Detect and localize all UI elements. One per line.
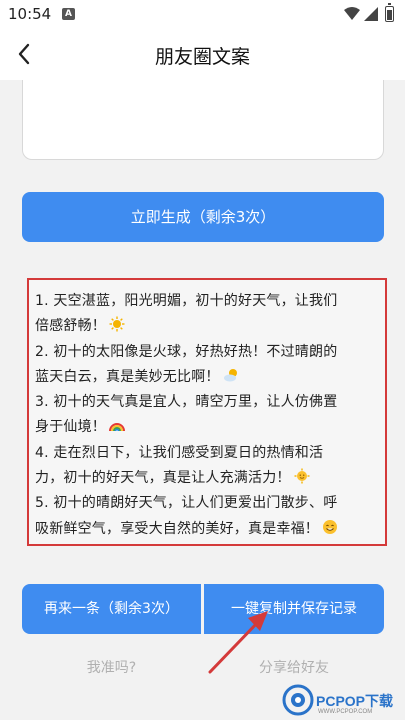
result-line: 5. 初十的晴朗好天气，让人们更爱出门散步、呼 (35, 495, 338, 512)
result-line: 力，初十的好天气，真是让人充满活力！ (35, 466, 377, 491)
sun-cloud-icon (223, 368, 237, 382)
result-line: 吸新鲜空气，享受大自然的美好，真是幸福！ (35, 517, 377, 542)
result-line: 2. 初十的太阳像是火球，好热好热！不过晴朗的 (35, 343, 338, 360)
result-line: 3. 初十的天气真是宜人，晴空万里，让人仿佛置 (35, 394, 338, 411)
page-title: 朋友圈文案 (154, 46, 250, 68)
regenerate-button[interactable]: 再来一条（剩余3次） (22, 584, 201, 634)
status-bar: 10:54 A (0, 0, 405, 28)
wifi-icon (344, 7, 360, 20)
status-time: 10:54 (8, 5, 52, 23)
annotation-arrow-icon (208, 611, 268, 674)
pcpop-logo-icon (282, 684, 314, 716)
result-box: 1. 天空湛蓝，阳光明媚，初十的好天气，让我们 倍感舒畅！ 2. 初十的太阳像是… (27, 278, 387, 546)
result-line: 身于仙境！ (35, 415, 377, 440)
result-line: 蓝天白云，真是美妙无比啊！ (35, 365, 377, 390)
sun-face-icon (294, 468, 310, 484)
accuracy-link[interactable]: 我准吗? (22, 657, 201, 677)
result-line: 倍感舒畅！ (35, 314, 377, 339)
result-line: 1. 天空湛蓝，阳光明媚，初十的好天气，让我们 (35, 293, 338, 309)
signal-icon (364, 7, 378, 21)
smile-icon (323, 519, 337, 534)
watermark-url: WWW.PCPOP.COM (318, 709, 373, 715)
result-line: 4. 走在烈日下，让我们感受到夏日的热情和活 (35, 444, 324, 461)
notification-icon: A (62, 8, 75, 20)
sun-icon (109, 316, 125, 332)
input-text-area[interactable] (22, 80, 384, 160)
battery-icon (385, 3, 394, 22)
generate-button[interactable]: 立即生成（剩余3次） (22, 192, 384, 242)
watermark-brand: PCPOP下载 (316, 693, 394, 709)
app-bar: 朋友圈文案 (0, 28, 405, 80)
watermark: PCPOP下载 WWW.PCPOP.COM (282, 684, 402, 718)
rainbow-icon (109, 423, 125, 432)
